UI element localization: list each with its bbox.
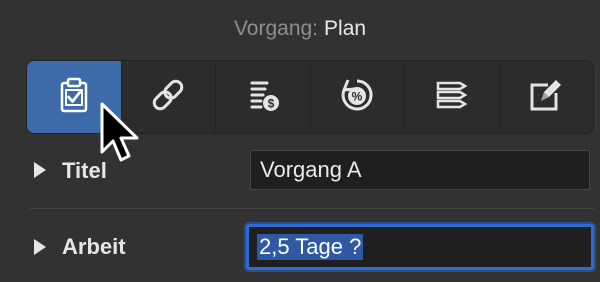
link-icon [148, 75, 188, 120]
list-tags-icon [432, 75, 472, 120]
svg-text:$: $ [267, 96, 274, 110]
tab-notes[interactable] [500, 61, 594, 133]
title-input-value: Vorgang A [260, 157, 362, 182]
tab-task[interactable] [27, 61, 122, 133]
disclosure-triangle-icon[interactable] [34, 162, 46, 178]
title-label: Vorgang: [233, 17, 319, 40]
inspector-toolbar: $ % [26, 60, 594, 134]
title-input[interactable]: Vorgang A [250, 150, 590, 190]
title-value: Plan [324, 17, 367, 40]
tab-progress[interactable]: % [311, 61, 405, 133]
edit-pencil-icon [526, 75, 566, 120]
title-row: Titel Vorgang A [0, 148, 600, 192]
svg-text:%: % [352, 89, 363, 103]
work-field-label: Arbeit [62, 234, 126, 259]
tab-links[interactable] [122, 61, 216, 133]
work-input-value: 2,5 Tage ? [257, 234, 364, 260]
clipboard-check-icon [54, 75, 94, 120]
title-field-label: Titel [62, 158, 107, 183]
work-input[interactable]: 2,5 Tage ? [246, 224, 594, 270]
percent-cycle-icon: % [337, 75, 377, 120]
tab-tags[interactable] [405, 61, 500, 133]
tab-costs[interactable]: $ [216, 61, 311, 133]
disclosure-triangle-icon[interactable] [34, 239, 46, 255]
divider [30, 208, 594, 209]
work-row: Arbeit 2,5 Tage ? [0, 222, 600, 272]
inspector-panel: Vorgang: Plan $ % Titel Vorgang A Arbeit… [0, 0, 600, 282]
cost-list-icon: $ [243, 75, 283, 120]
panel-title: Vorgang: Plan [0, 0, 600, 58]
